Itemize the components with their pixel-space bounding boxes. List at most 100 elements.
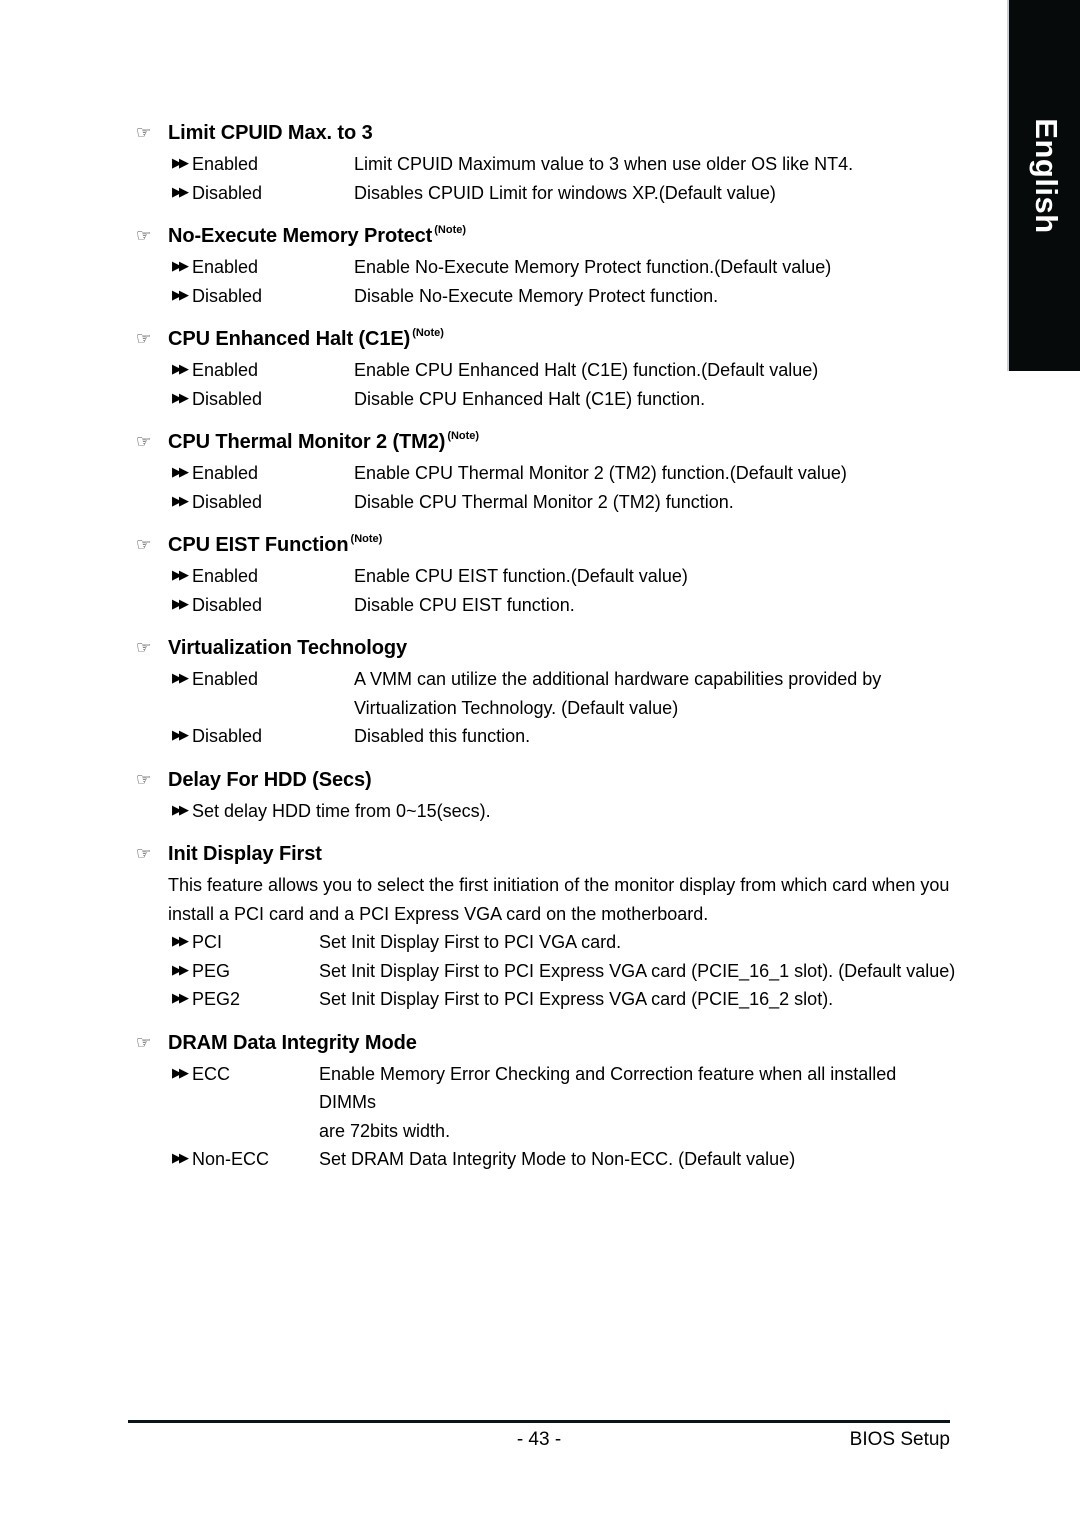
- option-label: Enabled: [192, 463, 259, 483]
- setting-section: ☞ Limit CPUID Max. to 3 ▶▶ Enabled Limit CPU…: [136, 118, 956, 207]
- option-label: Enabled: [192, 360, 259, 380]
- double-arrow-icon: ▶▶: [172, 156, 189, 171]
- section-heading: ☞ No-Execute Memory Protect (Note): [136, 221, 956, 251]
- option-description-line: Limit CPUID Maximum value to 3 when use …: [354, 154, 854, 174]
- option-label: Set delay HDD time from 0~15(secs).: [192, 800, 491, 821]
- hand-pointer-icon: ☞: [136, 432, 152, 452]
- double-arrow-icon: ▶▶: [172, 934, 189, 949]
- option-description: Disables CPUID Limit for windows XP.(Def…: [354, 179, 956, 208]
- option-row: ▶▶ Disabled Disables CPUID Limit for windo…: [136, 179, 956, 208]
- note-superscript: (Note): [434, 224, 467, 236]
- option-description: Enable CPU EIST function.(Default value): [354, 562, 956, 591]
- option-label: Enabled: [192, 154, 259, 174]
- option-description: Enable Memory Error Checking and Correct…: [319, 1060, 956, 1146]
- option-label: ECC: [192, 1063, 231, 1084]
- option-row: ▶▶ PCI Set Init Display First to PCI VGA c…: [136, 928, 956, 957]
- section-heading-text: DRAM Data Integrity Mode: [168, 1031, 417, 1054]
- hand-pointer-icon: ☞: [136, 638, 152, 658]
- option-description-line: Disable CPU Thermal Monitor 2 (TM2) func…: [354, 491, 734, 512]
- option-row: ▶▶ Non-ECC Set DRAM Data Integrity Mode to…: [136, 1145, 956, 1174]
- option-label: PEG2: [192, 989, 241, 1009]
- setting-section: ☞ CPU Enhanced Halt (C1E) (Note) ▶▶ Enabled E…: [136, 324, 956, 413]
- double-arrow-icon: ▶▶: [172, 493, 189, 509]
- hand-pointer-icon: ☞: [136, 1032, 152, 1053]
- hand-pointer-icon: ☞: [136, 844, 152, 864]
- footer-divider: [128, 1420, 950, 1423]
- hand-pointer-icon: ☞: [136, 329, 152, 349]
- setting-section: ☞ CPU Thermal Monitor 2 (TM2) (Note) ▶▶ Enab…: [136, 427, 956, 516]
- section-heading: ☞ CPU Enhanced Halt (C1E) (Note): [136, 324, 956, 354]
- option-description: Set DRAM Data Integrity Mode to Non-ECC.…: [319, 1145, 956, 1174]
- double-arrow-icon: ▶▶: [172, 962, 189, 978]
- hand-pointer-icon: ☞: [136, 769, 152, 790]
- option-description: Set Init Display First to PCI Express VG…: [319, 957, 956, 986]
- double-arrow-icon: ▶▶: [172, 596, 189, 612]
- option-description: Disable CPU Thermal Monitor 2 (TM2) func…: [354, 488, 956, 517]
- option-row: ▶▶ Set delay HDD time from 0~15(secs).: [136, 797, 956, 826]
- page-content: ☞ Limit CPUID Max. to 3 ▶▶ Enabled Limit CPU…: [136, 104, 956, 1174]
- setting-section: ☞ CPU EIST Function (Note) ▶▶ Enabled Enable …: [136, 530, 956, 619]
- option-row: ▶▶ Enabled Limit CPUID Maximum value to 3 …: [136, 150, 956, 179]
- note-superscript: (Note): [412, 327, 444, 339]
- double-arrow-icon: ▶▶: [172, 1065, 189, 1081]
- option-label: Disabled: [192, 388, 263, 409]
- option-description-line: Set DRAM Data Integrity Mode to Non-ECC.…: [319, 1149, 796, 1169]
- setting-section: ☞ DRAM Data Integrity Mode ▶▶ ECC Enable Mem…: [136, 1028, 956, 1174]
- option-description: Disable No-Execute Memory Protect functi…: [354, 282, 956, 311]
- option-description: Disable CPU Enhanced Halt (C1E) function…: [354, 385, 956, 414]
- option-row: ▶▶ Disabled Disabled this function.: [136, 722, 956, 751]
- option-row: ▶▶ Enabled Enable CPU Enhanced Halt (C1E) …: [136, 356, 956, 385]
- option-label: Disabled: [192, 491, 263, 512]
- double-arrow-icon: ▶▶: [172, 184, 189, 200]
- hand-pointer-icon: ☞: [136, 226, 152, 246]
- section-heading-text: Init Display First: [168, 843, 322, 865]
- option-label: Disabled: [192, 726, 263, 746]
- double-arrow-icon: ▶▶: [172, 991, 189, 1006]
- option-row: ▶▶ PEG2 Set Init Display First to PCI Expr…: [136, 985, 956, 1014]
- section-paragraph: install a PCI card and a PCI Express VGA…: [168, 903, 709, 924]
- option-row: ▶▶ Enabled Enable No-Execute Memory Protec…: [136, 253, 956, 282]
- language-tab: English: [1007, 0, 1080, 371]
- option-label: Enabled: [192, 257, 259, 277]
- option-label: PEG: [192, 960, 231, 981]
- option-description-line: Disabled this function.: [354, 726, 531, 746]
- option-row: ▶▶ Disabled Disable CPU Enhanced Halt (C1E…: [136, 385, 956, 414]
- section-heading: ☞ DRAM Data Integrity Mode: [136, 1028, 956, 1058]
- double-arrow-icon: ▶▶: [172, 287, 189, 303]
- section-heading: ☞ CPU EIST Function (Note): [136, 530, 956, 560]
- document-section-label: BIOS Setup: [849, 1429, 950, 1450]
- double-arrow-icon: ▶▶: [172, 1151, 189, 1166]
- hand-pointer-icon: ☞: [136, 123, 152, 143]
- section-heading: ☞ Limit CPUID Max. to 3: [136, 118, 956, 148]
- option-description: Enable No-Execute Memory Protect functio…: [354, 253, 956, 282]
- manual-page: English ☞ Limit CPUID Max. to 3 ▶▶ Enabled L…: [0, 0, 1080, 1532]
- double-arrow-icon: ▶▶: [172, 259, 189, 274]
- option-row: ▶▶ PEG Set Init Display First to PCI Expre…: [136, 957, 956, 986]
- option-description-line: Set Init Display First to PCI VGA card.: [319, 932, 622, 952]
- section-heading: ☞ Delay For HDD (Secs): [136, 765, 956, 795]
- double-arrow-icon: ▶▶: [172, 671, 189, 686]
- option-row: ▶▶ Disabled Disable No-Execute Memory Prot…: [136, 282, 956, 311]
- setting-section: ☞ No-Execute Memory Protect (Note) ▶▶ Enable…: [136, 221, 956, 310]
- double-arrow-icon: ▶▶: [172, 728, 189, 743]
- section-heading: ☞ Virtualization Technology: [136, 633, 956, 663]
- option-label: PCI: [192, 932, 223, 952]
- setting-section: ☞ Init Display First This feature allows y…: [136, 839, 956, 1014]
- option-description-line: Disable CPU EIST function.: [354, 594, 575, 615]
- option-description-line: Virtualization Technology. (Default valu…: [354, 697, 679, 718]
- option-description-line: Set Init Display First to PCI Express VG…: [319, 989, 834, 1009]
- note-superscript: (Note): [447, 430, 480, 442]
- setting-section: ☞ Virtualization Technology ▶▶ Enabled A VMM…: [136, 633, 956, 751]
- option-row: ▶▶ Disabled Disable CPU Thermal Monitor 2 …: [136, 488, 956, 517]
- section-heading-text: Limit CPUID Max. to 3: [168, 122, 373, 144]
- note-superscript: (Note): [350, 533, 383, 545]
- option-label: Disabled: [192, 182, 263, 203]
- section-heading-text: No-Execute Memory Protect: [168, 225, 433, 247]
- page-footer: - 43 - BIOS Setup: [128, 1420, 950, 1459]
- option-row: ▶▶ Enabled Enable CPU EIST function.(Defau…: [136, 562, 956, 591]
- option-description: A VMM can utilize the additional hardwar…: [354, 665, 956, 722]
- option-label: Enabled: [192, 566, 259, 586]
- double-arrow-icon: ▶▶: [172, 390, 189, 406]
- option-label: Enabled: [192, 669, 259, 689]
- double-arrow-icon: ▶▶: [172, 802, 189, 818]
